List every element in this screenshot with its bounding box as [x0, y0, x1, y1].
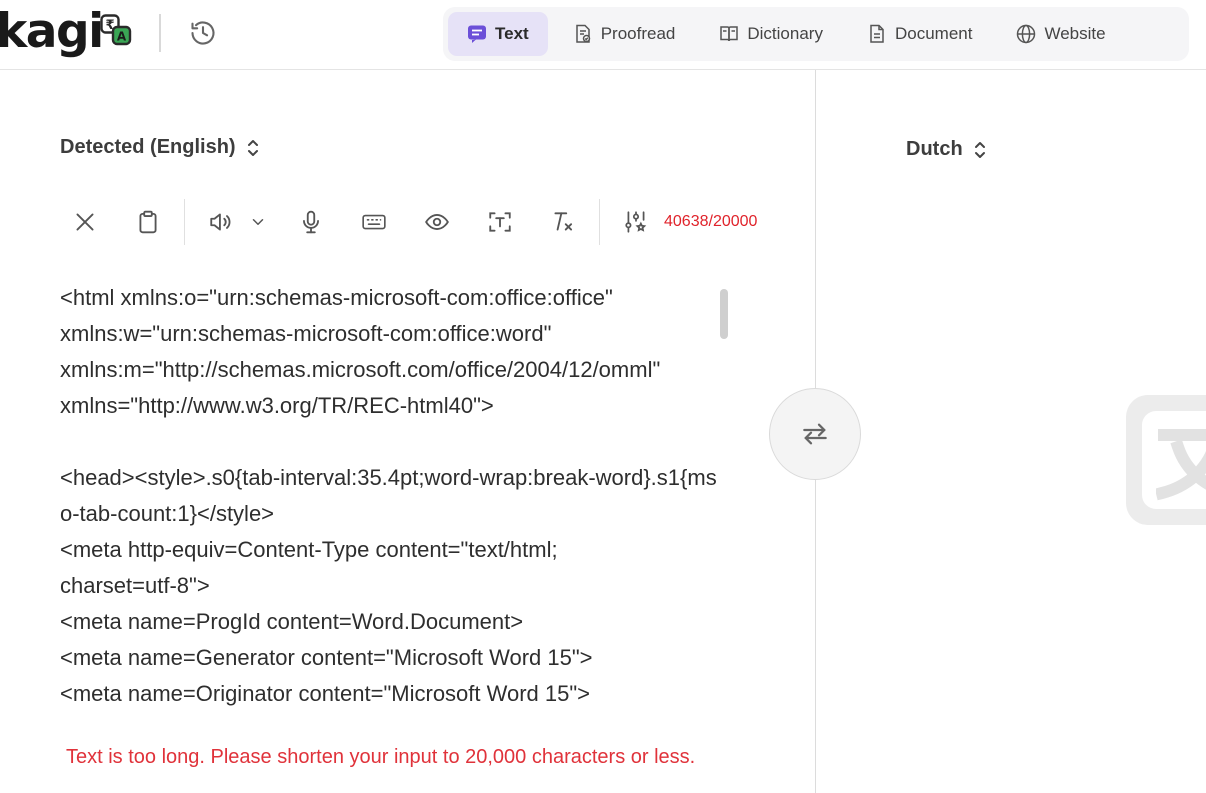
swap-languages-button[interactable] [769, 388, 861, 480]
ocr-button[interactable] [478, 200, 522, 244]
chevron-up-down-icon [974, 141, 985, 158]
tab-dictionary[interactable]: Dictionary [700, 12, 842, 56]
speaker-icon [210, 213, 231, 231]
source-toolbar: 40638/20000 [63, 198, 757, 246]
source-scrollbar[interactable] [720, 289, 728, 339]
speak-button[interactable] [199, 200, 243, 244]
tab-label: Document [894, 24, 973, 43]
text-scan-icon [489, 212, 511, 232]
microphone-icon [303, 210, 319, 234]
preview-button[interactable] [415, 200, 459, 244]
source-language-selector[interactable]: Detected (English) [60, 136, 260, 159]
paste-button[interactable] [126, 200, 170, 244]
voice-options-button[interactable] [243, 200, 273, 244]
tab-text[interactable]: Text [448, 12, 548, 56]
book-icon [719, 24, 739, 44]
globe-icon [1016, 24, 1036, 44]
tab-label: Text [495, 24, 529, 43]
logo-text: kagi [0, 3, 104, 59]
tab-label: Website [1044, 24, 1106, 43]
history-button[interactable] [187, 17, 219, 49]
dictate-button[interactable] [289, 200, 333, 244]
toolbar-divider [184, 199, 185, 245]
proofread-icon [573, 24, 593, 44]
tab-website[interactable]: Website [997, 12, 1124, 56]
clipboard-icon [139, 210, 157, 234]
header-divider [159, 14, 161, 52]
target-language-selector[interactable]: Dutch [906, 138, 987, 161]
toolbar-divider [599, 199, 600, 245]
source-text-area[interactable]: <html xmlns:o="urn:schemas-microsoft-com… [60, 280, 720, 732]
kagi-logo[interactable]: kagi [0, 0, 104, 62]
length-error-message: Text is too long. Please shorten your in… [66, 742, 706, 772]
tab-proofread[interactable]: Proofread [554, 12, 695, 56]
chevron-up-down-icon [247, 139, 258, 156]
chevron-down-icon [252, 219, 264, 225]
svg-text:A: A [117, 30, 127, 44]
close-icon [76, 213, 94, 231]
clear-button[interactable] [63, 200, 107, 244]
sliders-star-icon [625, 211, 647, 233]
target-language-label: Dutch [906, 138, 963, 160]
chat-text-icon [467, 24, 487, 44]
settings-button[interactable] [614, 200, 658, 244]
clear-formatting-button[interactable] [541, 200, 585, 244]
history-icon [191, 21, 215, 45]
tab-label: Dictionary [747, 24, 823, 43]
character-counter: 40638/20000 [664, 213, 758, 230]
swap-arrows-icon [803, 423, 827, 445]
eye-icon [425, 214, 449, 230]
top-bar: kagi ₹ A Text Proofread Dictionary Docum… [0, 0, 1206, 70]
keyboard-button[interactable] [352, 200, 396, 244]
translate-placeholder-icon [1126, 395, 1206, 525]
tab-document[interactable]: Document [848, 12, 991, 56]
source-language-label: Detected (English) [60, 136, 236, 158]
tab-label: Proofread [600, 24, 676, 43]
document-icon [867, 24, 887, 44]
keyboard-icon [362, 214, 386, 230]
translate-badge-icon: ₹ A [100, 14, 132, 46]
mode-tabs: Text Proofread Dictionary Document Websi… [443, 7, 1189, 61]
clear-format-icon [554, 212, 573, 231]
